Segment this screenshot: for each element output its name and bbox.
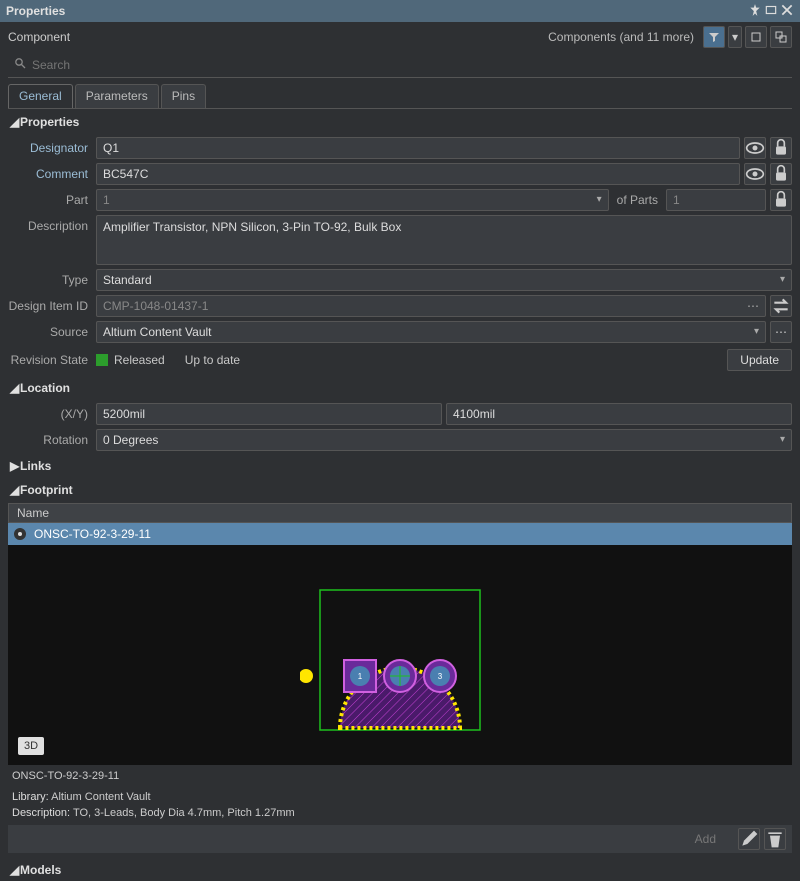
svg-text:1: 1	[358, 672, 363, 681]
label-part: Part	[8, 193, 96, 207]
description-field[interactable]: Amplifier Transistor, NPN Silicon, 3-Pin…	[96, 215, 792, 265]
source-more-button[interactable]: ⋯	[770, 321, 792, 343]
delete-footprint-button[interactable]	[764, 828, 786, 850]
search-row	[8, 52, 792, 78]
section-models[interactable]: ◢ Models	[4, 859, 796, 881]
tabs: General Parameters Pins	[8, 84, 792, 108]
y-field[interactable]	[446, 403, 792, 425]
edit-footprint-button[interactable]	[738, 828, 760, 850]
footprint-row[interactable]: ONSC-TO-92-3-29-11	[8, 523, 792, 545]
lock-comment-button[interactable]	[770, 163, 792, 185]
dock-icon[interactable]	[764, 3, 778, 20]
section-location[interactable]: ◢ Location	[4, 377, 796, 399]
swap-button[interactable]	[770, 295, 792, 317]
part-field[interactable]: 1	[96, 189, 609, 211]
select-mode-1-button[interactable]	[745, 26, 767, 48]
lock-part-button[interactable]	[770, 189, 792, 211]
visibility-comment-button[interactable]	[744, 163, 766, 185]
caret-down-icon: ◢	[10, 115, 20, 129]
ofparts-field: 1	[666, 189, 766, 211]
footprint-info: ONSC-TO-92-3-29-11 Library: Altium Conte…	[12, 769, 788, 821]
section-footprint[interactable]: ◢ Footprint	[4, 479, 796, 501]
filter-info: Components (and 11 more)	[548, 30, 694, 44]
pin-icon[interactable]	[748, 3, 762, 20]
filter-button[interactable]	[703, 26, 725, 48]
label-source: Source	[8, 325, 96, 339]
rotation-field[interactable]: 0 Degrees	[96, 429, 792, 451]
label-ofparts: of Parts	[609, 193, 666, 207]
add-label: Add	[695, 832, 716, 846]
label-type: Type	[8, 273, 96, 287]
tab-pins[interactable]: Pins	[161, 84, 206, 108]
comment-field[interactable]	[96, 163, 740, 185]
designitemid-field[interactable]: CMP-1048-01437-1⋯	[96, 295, 766, 317]
released-text: Released	[114, 353, 165, 367]
label-revisionstate: Revision State	[8, 353, 96, 367]
view-3d-button[interactable]: 3D	[18, 737, 44, 755]
caret-down-icon: ◢	[10, 381, 20, 395]
panel-titlebar: Properties	[0, 0, 800, 22]
section-links[interactable]: ▶ Links	[4, 455, 796, 477]
section-properties[interactable]: ◢ Properties	[4, 111, 796, 133]
x-field[interactable]	[96, 403, 442, 425]
caret-down-icon: ◢	[10, 483, 20, 497]
footprint-list-header: Name	[8, 503, 792, 523]
close-icon[interactable]	[780, 3, 794, 20]
designator-field[interactable]	[96, 137, 740, 159]
visibility-designator-button[interactable]	[744, 137, 766, 159]
footprint-graphic: 1 3	[300, 570, 500, 740]
caret-down-icon: ◢	[10, 863, 20, 877]
svg-text:3: 3	[438, 672, 443, 681]
footprint-name: ONSC-TO-92-3-29-11	[34, 527, 151, 541]
caret-right-icon: ▶	[10, 459, 20, 473]
label-designator: Designator	[8, 141, 96, 155]
label-rotation: Rotation	[8, 433, 96, 447]
lock-designator-button[interactable]	[770, 137, 792, 159]
label-designitemid: Design Item ID	[8, 299, 96, 313]
footprint-preview: 1 3 3D	[8, 545, 792, 765]
label-comment: Comment	[8, 167, 96, 181]
tab-parameters[interactable]: Parameters	[75, 84, 159, 108]
search-input[interactable]	[32, 58, 792, 72]
search-icon	[14, 57, 26, 72]
panel-title: Properties	[6, 4, 746, 18]
tab-general[interactable]: General	[8, 84, 73, 108]
status-square-icon	[96, 354, 108, 366]
footprint-display-name: ONSC-TO-92-3-29-11	[12, 769, 788, 784]
header-row: Component Components (and 11 more) ▾	[0, 22, 800, 52]
type-field[interactable]: Standard	[96, 269, 792, 291]
select-mode-2-button[interactable]	[770, 26, 792, 48]
footprint-actions: Add	[8, 825, 792, 853]
label-xy: (X/Y)	[8, 407, 96, 421]
label-description: Description	[8, 215, 96, 233]
filter-dropdown-button[interactable]: ▾	[728, 26, 742, 48]
radio-selected-icon[interactable]	[14, 528, 26, 540]
update-button[interactable]: Update	[727, 349, 792, 371]
uptodate-text: Up to date	[185, 353, 240, 367]
source-field[interactable]: Altium Content Vault	[96, 321, 766, 343]
object-type-label: Component	[8, 30, 548, 44]
